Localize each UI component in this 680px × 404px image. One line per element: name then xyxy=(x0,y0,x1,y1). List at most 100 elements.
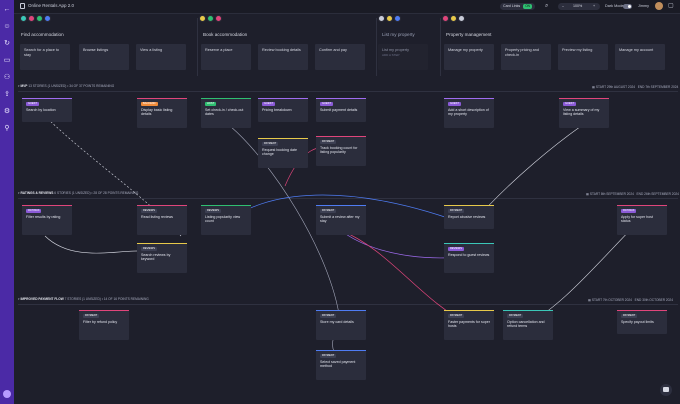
settings-icon[interactable]: ⚙ xyxy=(3,108,11,116)
story-card[interactable]: REVIEWS Search reviews by keyword xyxy=(137,243,187,273)
story-card[interactable]: PAYMENT Store my card details xyxy=(316,310,366,340)
story-text: Read listing reviews xyxy=(141,214,173,219)
refresh-icon[interactable]: ↻ xyxy=(3,40,11,48)
story-text: Report abusive reviews xyxy=(448,214,486,219)
user-name[interactable]: Jimmy xyxy=(638,3,649,10)
story-tag: RATINGS xyxy=(26,209,42,213)
release-dates[interactable]: ▦ START 29th AUGUST 2024 END 7th SEPTEMB… xyxy=(592,85,678,89)
step-card[interactable]: Property pricing and check-in xyxy=(501,44,551,70)
release-end: 30th OCTOBER 2024 xyxy=(642,298,673,302)
story-card[interactable]: BACKEND Display basic listing details xyxy=(137,98,187,128)
story-tag: PAYMENT xyxy=(83,314,100,318)
story-tag: REVIEWS xyxy=(205,209,221,213)
user-avatar[interactable] xyxy=(655,2,663,10)
story-tag: PAYMENT xyxy=(621,314,638,318)
story-card[interactable]: REVIEWS Listing popularity view count xyxy=(201,205,251,235)
people-icon[interactable]: ⚇ xyxy=(3,74,11,82)
story-card[interactable]: RATINGS Filter results by rating xyxy=(22,205,72,235)
chat-bubble-icon[interactable]: ▢ xyxy=(668,3,674,10)
story-card[interactable]: GUEST Submit payment details xyxy=(316,98,366,122)
story-card[interactable]: PAYMENT Faster payments for super hosts xyxy=(444,310,494,340)
story-tag: PAYMENT xyxy=(320,314,337,318)
zoom-in-button[interactable]: + xyxy=(593,3,595,10)
step-card-empty[interactable]: List my property ADD A STEP xyxy=(378,44,428,70)
step-card[interactable]: View a listing xyxy=(136,44,186,70)
account-avatar[interactable] xyxy=(3,390,11,398)
story-card[interactable]: GUEST Search by location xyxy=(22,98,72,122)
step-card[interactable]: Preview my listing xyxy=(558,44,608,70)
end-label: END xyxy=(634,298,642,302)
story-card[interactable]: PAYMENT Report abusive reviews xyxy=(444,205,494,229)
story-tag: PAYMENT xyxy=(262,142,279,146)
release-end: 26th SEPTEMBER 2024 xyxy=(644,192,679,196)
chat-launcher-button[interactable] xyxy=(660,384,672,396)
release-header[interactable]: ▾ RATINGS & REVIEWS 6 STORIES (1 UNSIZED… xyxy=(18,191,138,195)
card-icon[interactable]: ▭ xyxy=(3,57,11,65)
step-card[interactable]: Browse listings xyxy=(79,44,129,70)
story-text: Submit a review after my stay xyxy=(320,214,360,224)
story-card[interactable]: PAYMENT Track booking count for listing p… xyxy=(316,136,366,166)
story-card[interactable]: REVIEWS Read listing reviews xyxy=(137,205,187,235)
dark-mode-toggle[interactable] xyxy=(623,4,632,9)
activity-book-accommodation[interactable]: Book accommodation xyxy=(199,15,369,41)
release-dates[interactable]: ▦ START 7th OCTOBER 2024 END 30th OCTOBE… xyxy=(588,298,673,302)
story-card[interactable]: GUEST Pricing breakdown xyxy=(258,98,308,122)
step-card[interactable]: Manage my property xyxy=(444,44,494,70)
release-stats: 7 STORIES (1 UNSIZED) • 14 OF 16 POINTS … xyxy=(64,297,149,301)
story-card[interactable]: PAYMENT Specify payout limits xyxy=(617,310,667,334)
step-card[interactable]: Search for a place to stay xyxy=(20,44,70,70)
app-title[interactable]: Online Rentals App 2.0 xyxy=(28,3,74,8)
card-links-label: Card Links xyxy=(503,4,521,8)
story-tag: GUEST xyxy=(563,102,576,106)
story-tag: PAYMENT xyxy=(448,209,465,213)
share-icon[interactable]: ⇪ xyxy=(3,91,11,99)
story-card[interactable]: PAYMENT Request booking date change xyxy=(258,138,308,168)
step-card[interactable]: Confirm and pay xyxy=(315,44,365,70)
zoom-out-button[interactable]: – xyxy=(562,3,564,10)
story-text: Respond to guest reviews xyxy=(448,252,490,257)
story-text: Track booking count for listing populari… xyxy=(320,145,358,155)
activity-property-management[interactable]: Property management xyxy=(442,15,672,41)
story-card[interactable]: PAYMENT Option cancellation and refund te… xyxy=(503,310,553,340)
activity-label: Property management xyxy=(446,32,492,37)
story-card[interactable]: PAYMENT Submit a review after my stay xyxy=(316,205,366,235)
activity-find-accommodation[interactable]: Find accommodation xyxy=(20,15,190,41)
story-tag: PAYMENT xyxy=(320,140,337,144)
story-card[interactable]: HOST Set check-in / check-out dates xyxy=(201,98,251,128)
step-label: Review booking details xyxy=(262,48,301,52)
story-text: Select saved payment method xyxy=(320,359,356,369)
release-dates[interactable]: ▦ START 8th SEPTEMBER 2024 END 26th SEPT… xyxy=(586,192,679,196)
step-card[interactable]: Manage my account xyxy=(615,44,665,70)
step-card[interactable]: Reserve a place xyxy=(201,44,251,70)
activity-label: Book accommodation xyxy=(203,32,248,37)
story-tag: HOST xyxy=(205,102,217,106)
story-tag: PAYMENT xyxy=(507,314,524,318)
story-tag: PAYMENT xyxy=(448,314,465,318)
story-card[interactable]: REVIEWS Respond to guest reviews xyxy=(444,243,494,273)
card-links-state: ON xyxy=(523,4,532,9)
search-icon[interactable]: ⌕ xyxy=(545,3,548,10)
story-text: Filter by refund policy xyxy=(83,319,118,324)
pin-icon[interactable]: ⚲ xyxy=(3,125,11,133)
card-links-toggle[interactable]: Card Links ON xyxy=(500,3,535,10)
activity-list-my-property[interactable]: List my property xyxy=(378,15,438,41)
story-text: Submit payment details xyxy=(320,107,358,112)
story-card[interactable]: PAYMENT Select saved payment method xyxy=(316,350,366,380)
persona-avatar xyxy=(458,15,465,22)
add-step-hint[interactable]: ADD A STEP xyxy=(382,53,400,57)
release-header[interactable]: ▾ MVP 13 STORIES (1 UNSIZED) • 34 OF 37 … xyxy=(18,84,114,88)
release-end: 7th SEPTEMBER 2024 xyxy=(645,85,679,89)
user-icon[interactable]: ☺ xyxy=(3,23,11,31)
release-divider xyxy=(18,91,678,92)
persona-avatar xyxy=(20,15,27,22)
release-header[interactable]: ▾ IMPROVED PAYMENT FLOW 7 STORIES (1 UNS… xyxy=(18,297,149,301)
story-card[interactable]: GUEST View a summary of my listing detail… xyxy=(559,98,609,128)
persona-avatar xyxy=(207,15,214,22)
story-card[interactable]: RATINGS Apply for super host status xyxy=(617,205,667,235)
activity-label: List my property xyxy=(382,32,415,37)
back-arrow-icon[interactable]: ← xyxy=(3,6,11,14)
story-card[interactable]: GUEST Add a short description of my prope… xyxy=(444,98,494,128)
step-card[interactable]: Review booking details xyxy=(258,44,308,70)
story-card[interactable]: PAYMENT Filter by refund policy xyxy=(79,310,129,340)
story-tag: RATINGS xyxy=(621,209,637,213)
